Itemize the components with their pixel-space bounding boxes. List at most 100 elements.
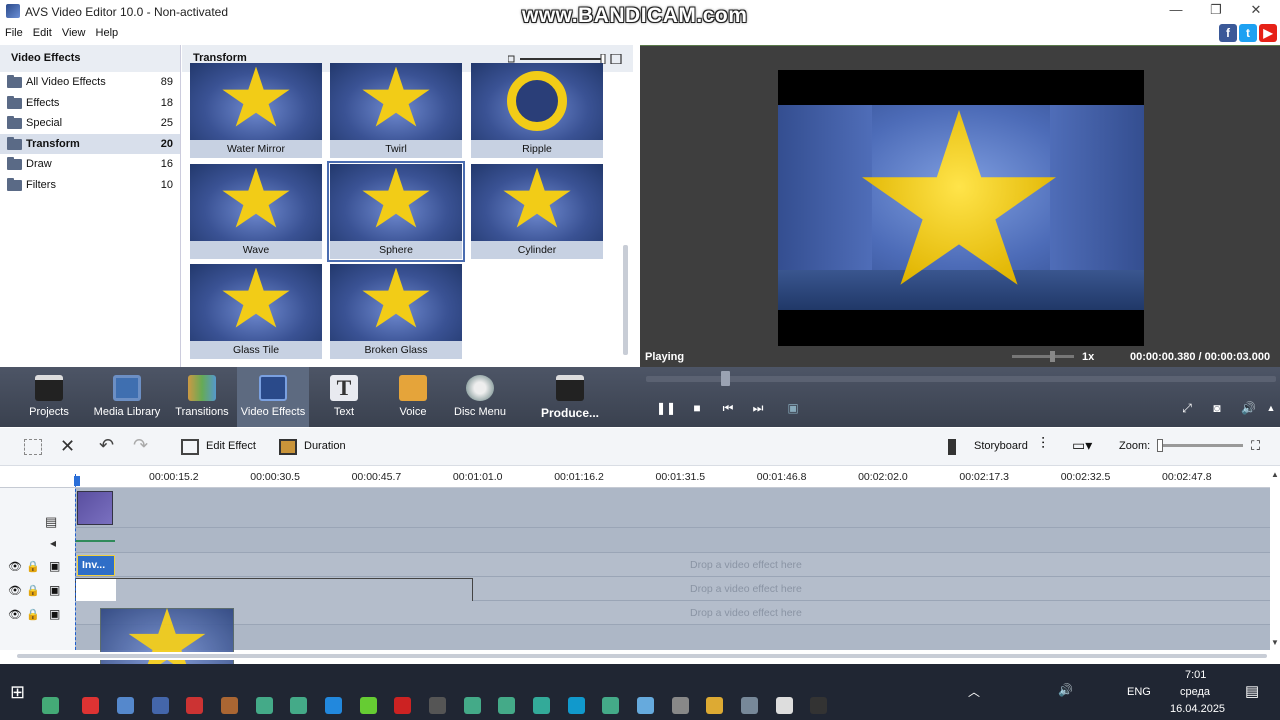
language-indicator[interactable]: ENG	[1127, 686, 1151, 698]
effect-wave[interactable]: Wave	[190, 164, 322, 259]
facebook-icon[interactable]: f	[1219, 24, 1237, 42]
taskbar-app-icon[interactable]	[325, 697, 342, 714]
text-button[interactable]: T Text	[316, 367, 372, 427]
taskbar-app-icon[interactable]	[82, 697, 99, 714]
taskbar-app-icon[interactable]	[360, 697, 377, 714]
taskbar-app-icon[interactable]	[741, 697, 758, 714]
video-effects-button[interactable]: Video Effects	[237, 367, 309, 427]
effect-twirl[interactable]: Twirl	[330, 63, 462, 158]
menu-view[interactable]: View	[62, 23, 86, 43]
menu-file[interactable]: File	[5, 23, 23, 43]
volume-tray-icon[interactable]: 🔊	[1058, 683, 1073, 697]
frame-icon[interactable]: ▣	[786, 401, 800, 415]
category-transform[interactable]: Transform 20	[0, 133, 180, 155]
taskbar-app-icon[interactable]	[568, 697, 585, 714]
twitter-icon[interactable]: t	[1239, 24, 1257, 42]
category-draw[interactable]: Draw 16	[0, 154, 180, 175]
maximize-button[interactable]: ❐	[1196, 2, 1236, 20]
taskbar-app-icon[interactable]	[602, 697, 619, 714]
volume-icon[interactable]: 🔊	[1241, 401, 1256, 415]
storyboard-button[interactable]: Storyboard	[974, 440, 1028, 452]
fit-zoom-icon[interactable]: ⛶	[1251, 438, 1260, 454]
next-icon[interactable]: ⏭	[751, 401, 765, 415]
lock-icon[interactable]: 🔒	[26, 584, 40, 597]
category-all-video-effects[interactable]: All Video Effects 89	[0, 72, 180, 93]
visibility-icon[interactable]: 👁	[8, 608, 22, 621]
effect-broken-glass[interactable]: Broken Glass	[330, 264, 462, 359]
lock-icon[interactable]: 🔒	[26, 608, 40, 621]
media-library-button[interactable]: Media Library	[92, 367, 162, 427]
drop-target[interactable]	[75, 578, 473, 602]
scroll-down-icon[interactable]: ▼	[1271, 638, 1279, 647]
lock-icon[interactable]: 🔒	[26, 560, 40, 573]
close-button[interactable]: ✕	[1236, 2, 1276, 20]
taskbar-app-icon[interactable]	[117, 697, 134, 714]
effect-glass-tile[interactable]: Glass Tile	[190, 264, 322, 359]
produce-button[interactable]: Produce...	[536, 367, 604, 427]
effects-scrollbar[interactable]	[620, 75, 631, 366]
notification-icon[interactable]: ▤	[1245, 682, 1259, 700]
category-effects[interactable]: Effects 18	[0, 93, 180, 114]
duration-button[interactable]: Duration	[304, 440, 346, 452]
menu-help[interactable]: Help	[96, 23, 119, 43]
taskbar-app-icon[interactable]	[221, 697, 238, 714]
taskbar-app-icon[interactable]	[776, 697, 793, 714]
seek-bar[interactable]	[646, 376, 1276, 382]
effect-cylinder[interactable]: Cylinder	[471, 164, 603, 259]
taskbar-app-icon[interactable]	[42, 697, 59, 714]
previous-icon[interactable]: ⏮	[721, 401, 735, 415]
scroll-up-icon[interactable]: ▲	[1271, 470, 1279, 479]
timeline-ruler[interactable]: 00:00:15.2 00:00:30.5 00:00:45.7 00:01:01.0…	[0, 466, 1270, 488]
edit-effect-button[interactable]: Edit Effect	[206, 440, 256, 452]
taskbar-app-icon[interactable]	[186, 697, 203, 714]
playhead-marker[interactable]	[74, 476, 80, 486]
voice-button[interactable]: Voice	[386, 367, 440, 427]
minimize-button[interactable]: —	[1156, 2, 1196, 20]
taskbar-app-icon[interactable]	[672, 697, 689, 714]
effect-ripple[interactable]: Ripple	[471, 63, 603, 158]
split-icon[interactable]	[24, 439, 42, 455]
visibility-icon[interactable]: 👁	[8, 584, 22, 597]
delete-icon[interactable]: ✕	[60, 436, 75, 457]
category-special[interactable]: Special 25	[0, 113, 180, 134]
seek-handle[interactable]	[721, 371, 730, 386]
projects-button[interactable]: Projects	[22, 367, 76, 427]
redo-icon[interactable]: ↷	[133, 435, 148, 456]
taskbar-app-icon[interactable]	[290, 697, 307, 714]
view-mode-icon[interactable]: ▭▾	[1072, 437, 1092, 454]
taskbar-app-icon[interactable]	[429, 697, 446, 714]
taskbar-app-icon[interactable]	[706, 697, 723, 714]
playhead[interactable]	[75, 474, 76, 650]
menu-edit[interactable]: Edit	[33, 23, 52, 43]
transitions-button[interactable]: Transitions	[172, 367, 232, 427]
taskbar-app-icon[interactable]	[533, 697, 550, 714]
zoom-slider[interactable]	[1157, 439, 1243, 452]
taskbar-app-icon[interactable]	[464, 697, 481, 714]
effect-clip[interactable]: Inv...	[77, 555, 115, 576]
taskbar-app-icon[interactable]	[810, 697, 827, 714]
speed-slider[interactable]	[1012, 351, 1074, 362]
disc-menu-button[interactable]: Disc Menu	[452, 367, 508, 427]
visibility-icon[interactable]: 👁	[8, 560, 22, 573]
windows-start-icon[interactable]: ⊞	[10, 682, 25, 703]
effect-sphere[interactable]: Sphere	[327, 161, 465, 262]
undo-icon[interactable]: ↶	[99, 435, 114, 456]
stop-icon[interactable]: ■	[690, 401, 704, 415]
taskbar-app-icon[interactable]	[256, 697, 273, 714]
taskbar-app-icon[interactable]	[637, 697, 654, 714]
effect-water-mirror[interactable]: Water Mirror	[190, 63, 322, 158]
video-clip[interactable]	[77, 491, 113, 525]
video-track-icon: ▤	[45, 514, 58, 529]
taskbar-app-icon[interactable]	[394, 697, 411, 714]
expand-up-icon[interactable]: ▲	[1264, 401, 1278, 415]
taskbar-app-icon[interactable]	[498, 697, 515, 714]
category-filters[interactable]: Filters 10	[0, 175, 180, 196]
pause-icon[interactable]: ❚❚	[656, 401, 676, 415]
youtube-icon[interactable]: ▶	[1259, 24, 1277, 42]
fullscreen-icon[interactable]: ⤢	[1180, 401, 1194, 415]
timeline-scrollbar[interactable]	[3, 652, 1268, 660]
tray-arrow-icon[interactable]: ︿	[968, 683, 980, 700]
audio-mixer-icon[interactable]: ⫶	[1041, 436, 1045, 454]
taskbar-app-icon[interactable]	[152, 697, 169, 714]
snapshot-icon[interactable]: ◙	[1210, 401, 1224, 415]
